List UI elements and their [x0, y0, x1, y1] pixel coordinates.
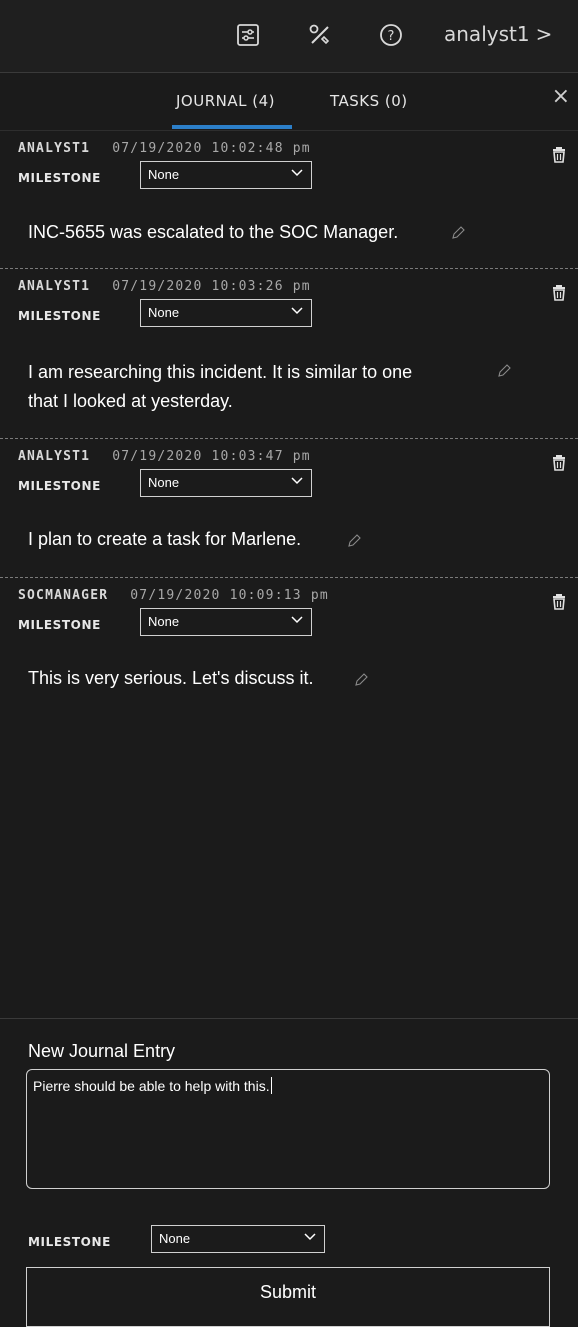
entry-timestamp: 07/19/2020 10:03:26 pm: [112, 279, 311, 294]
milestone-label: MILESTONE: [28, 1235, 111, 1249]
pencil-icon[interactable]: [354, 673, 368, 687]
entry-text-line: I am researching this incident. It is si…: [28, 362, 413, 382]
chevron-right-icon: >: [535, 22, 553, 46]
trash-icon[interactable]: [552, 594, 566, 610]
username: analyst1: [444, 22, 530, 46]
milestone-value: None: [159, 1231, 191, 1246]
entry-text: This is very serious. Let's discuss it.: [28, 664, 314, 693]
entry-timestamp: 07/19/2020 10:09:13 pm: [130, 588, 329, 603]
pencil-icon[interactable]: [451, 226, 465, 240]
entry-text: I am researching this incident. It is si…: [28, 358, 412, 416]
chevron-down-icon: [291, 477, 303, 485]
tools-icon[interactable]: [307, 22, 333, 48]
trash-icon[interactable]: [552, 147, 566, 163]
pencil-icon[interactable]: [347, 534, 361, 548]
milestone-select[interactable]: None: [140, 469, 312, 497]
active-tab-indicator: [172, 125, 292, 129]
entry-text-line: I plan to create a task for Marlene.: [28, 529, 302, 549]
new-milestone-select[interactable]: None: [151, 1225, 325, 1253]
milestone-select[interactable]: None: [140, 299, 312, 327]
entry-meta: ANALYST1 07/19/2020 10:03:26 pm: [18, 279, 311, 294]
close-icon[interactable]: ×: [552, 84, 570, 109]
submit-button[interactable]: Submit: [26, 1267, 550, 1327]
entry-timestamp: 07/19/2020 10:03:47 pm: [112, 449, 311, 464]
milestone-label: MILESTONE: [18, 171, 101, 185]
chevron-down-icon: [291, 616, 303, 624]
chevron-down-icon: [291, 307, 303, 315]
entry-meta: ANALYST1 07/19/2020 10:02:48 pm: [18, 141, 311, 156]
entry-text-line: that I looked at yesterday.: [28, 391, 233, 411]
milestone-value: None: [148, 475, 180, 490]
settings-sliders-icon[interactable]: [235, 22, 261, 48]
milestone-select[interactable]: None: [140, 161, 312, 189]
journal-entry: SOCMANAGER 07/19/2020 10:09:13 pm MILESTO…: [0, 578, 578, 778]
tab-tasks[interactable]: TASKS (0): [330, 92, 408, 110]
milestone-label: MILESTONE: [18, 309, 101, 323]
trash-icon[interactable]: [552, 455, 566, 471]
journal-entry-text: Pierre should be able to help with this.: [33, 1078, 270, 1094]
journal-entry: ANALYST1 07/19/2020 10:03:47 pm MILESTONE…: [0, 439, 578, 578]
entry-author: ANALYST1: [18, 141, 91, 156]
entry-timestamp: 07/19/2020 10:02:48 pm: [112, 141, 311, 156]
svg-text:?: ?: [388, 29, 395, 44]
tab-journal[interactable]: JOURNAL (4): [176, 92, 275, 110]
milestone-value: None: [148, 167, 180, 182]
journal-tabs: JOURNAL (4) TASKS (0) ×: [0, 72, 578, 131]
help-icon[interactable]: ?: [378, 22, 404, 48]
new-journal-entry: New Journal Entry Pierre should be able …: [0, 1018, 578, 1327]
entry-meta: SOCMANAGER 07/19/2020 10:09:13 pm: [18, 588, 329, 603]
entry-author: ANALYST1: [18, 279, 91, 294]
milestone-label: MILESTONE: [18, 618, 101, 632]
chevron-down-icon: [304, 1233, 316, 1241]
milestone-value: None: [148, 614, 180, 629]
milestone-label: MILESTONE: [18, 479, 101, 493]
entry-text-line: INC-5655 was escalated to the SOC Manage…: [28, 222, 399, 242]
text-caret: [270, 1077, 272, 1094]
chevron-down-icon: [291, 169, 303, 177]
milestone-select[interactable]: None: [140, 608, 312, 636]
new-entry-title: New Journal Entry: [28, 1041, 176, 1061]
entry-text-line: This is very serious. Let's discuss it.: [28, 668, 314, 688]
journal-entry: ANALYST1 07/19/2020 10:03:26 pm MILESTONE…: [0, 269, 578, 439]
entry-author: ANALYST1: [18, 449, 91, 464]
entry-meta: ANALYST1 07/19/2020 10:03:47 pm: [18, 449, 311, 464]
entry-author: SOCMANAGER: [18, 588, 109, 603]
entry-text: I plan to create a task for Marlene.: [28, 525, 301, 554]
top-bar: ? analyst1 >: [0, 0, 578, 73]
trash-icon[interactable]: [552, 285, 566, 301]
user-menu[interactable]: analyst1 >: [444, 22, 552, 46]
milestone-value: None: [148, 305, 180, 320]
journal-entry-textarea[interactable]: Pierre should be able to help with this.: [26, 1069, 550, 1189]
journal-entry: ANALYST1 07/19/2020 10:02:48 pm MILESTONE…: [0, 131, 578, 269]
pencil-icon[interactable]: [497, 364, 511, 378]
entry-text: INC-5655 was escalated to the SOC Manage…: [28, 218, 398, 247]
